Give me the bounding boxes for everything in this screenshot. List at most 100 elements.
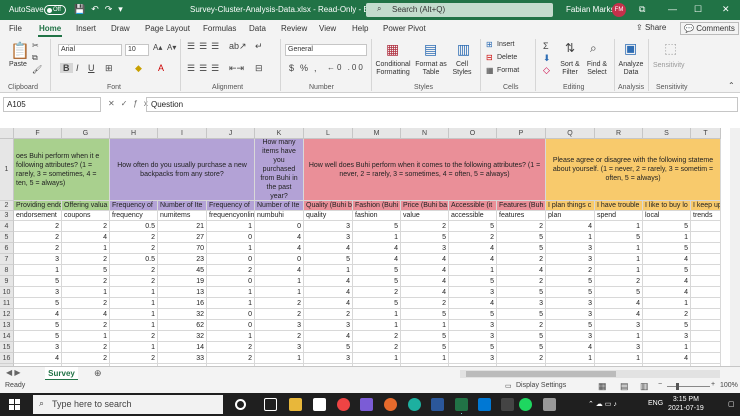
- row-header[interactable]: 5: [0, 232, 14, 243]
- cell[interactable]: 5: [14, 276, 62, 287]
- cut-icon[interactable]: ✂: [32, 41, 39, 50]
- cell[interactable]: 1: [643, 232, 691, 243]
- cell[interactable]: [691, 221, 721, 232]
- cell[interactable]: 2: [62, 342, 110, 353]
- cell[interactable]: [691, 287, 721, 298]
- column-header[interactable]: J: [207, 128, 255, 139]
- cell[interactable]: 5: [497, 309, 546, 320]
- cell[interactable]: 1: [643, 298, 691, 309]
- cell[interactable]: 45: [158, 265, 207, 276]
- clock[interactable]: 3:15 PM 2021-07-19: [668, 395, 704, 413]
- cell[interactable]: local: [643, 211, 691, 221]
- cell[interactable]: 5: [497, 243, 546, 254]
- vertical-scrollbar[interactable]: [730, 128, 740, 366]
- notepad-icon[interactable]: [543, 398, 556, 411]
- column-header[interactable]: I: [158, 128, 207, 139]
- formula-input[interactable]: Question: [146, 97, 738, 112]
- cell[interactable]: 4: [497, 265, 546, 276]
- header-agree-disagree[interactable]: Please agree or disagree with the follow…: [546, 139, 721, 201]
- row-header[interactable]: 12: [0, 309, 14, 320]
- column-header[interactable]: H: [110, 128, 158, 139]
- cell[interactable]: 5: [62, 265, 110, 276]
- cell[interactable]: Number of Ite: [158, 201, 207, 211]
- cell[interactable]: 3: [304, 320, 353, 331]
- cell[interactable]: 3: [14, 287, 62, 298]
- cell[interactable]: numbuhi: [255, 211, 304, 221]
- cell[interactable]: 5: [304, 254, 353, 265]
- cell[interactable]: 0: [255, 221, 304, 232]
- user-name[interactable]: Fabian Marks: [566, 5, 614, 14]
- cell[interactable]: frequency: [110, 211, 158, 221]
- cell[interactable]: frequencyonline: [207, 211, 255, 221]
- cell[interactable]: 1: [207, 243, 255, 254]
- column-header[interactable]: O: [449, 128, 497, 139]
- cell[interactable]: 1: [110, 309, 158, 320]
- cell[interactable]: 2: [110, 276, 158, 287]
- cell[interactable]: Number of Ite: [255, 201, 304, 211]
- cell[interactable]: 2: [304, 309, 353, 320]
- cell[interactable]: value: [401, 211, 449, 221]
- cell[interactable]: accessible: [449, 211, 497, 221]
- cell[interactable]: 1: [207, 331, 255, 342]
- format-as-table-label[interactable]: Format as Table: [414, 61, 448, 77]
- cell[interactable]: 0: [207, 320, 255, 331]
- cell[interactable]: 0: [207, 276, 255, 287]
- cell[interactable]: 23: [158, 254, 207, 265]
- cell[interactable]: 2: [643, 309, 691, 320]
- column-header[interactable]: R: [595, 128, 643, 139]
- cell[interactable]: Fashion (Buhi: [353, 201, 401, 211]
- grow-font-icon[interactable]: A▴: [153, 43, 162, 52]
- cell[interactable]: 1: [207, 221, 255, 232]
- format-cells-label[interactable]: Format: [497, 67, 519, 74]
- cell[interactable]: 4: [304, 298, 353, 309]
- language-indicator[interactable]: ENG: [648, 400, 663, 407]
- cell[interactable]: 2: [546, 265, 595, 276]
- cell[interactable]: 2: [14, 243, 62, 254]
- cell[interactable]: 2: [207, 265, 255, 276]
- cell[interactable]: features: [497, 211, 546, 221]
- orientation-icon[interactable]: ab↗: [229, 41, 247, 52]
- cell[interactable]: 2: [110, 331, 158, 342]
- cell[interactable]: 2: [14, 221, 62, 232]
- bold-icon[interactable]: B: [60, 63, 73, 73]
- zoom-slider-thumb[interactable]: [676, 383, 679, 390]
- column-header[interactable]: N: [401, 128, 449, 139]
- cell[interactable]: 3: [497, 298, 546, 309]
- cell[interactable]: 1: [353, 309, 401, 320]
- ribbon-display-icon[interactable]: ⧉: [639, 4, 645, 15]
- tab-page-layout[interactable]: Page Layout: [145, 24, 190, 33]
- row-header[interactable]: 15: [0, 342, 14, 353]
- chrome-icon[interactable]: [337, 398, 350, 411]
- cell[interactable]: 2: [62, 276, 110, 287]
- insert-cells-icon[interactable]: ⊞: [486, 40, 493, 49]
- cell[interactable]: [691, 232, 721, 243]
- cell[interactable]: 19: [158, 276, 207, 287]
- cell[interactable]: 4: [304, 287, 353, 298]
- cell[interactable]: 1: [546, 353, 595, 364]
- cell[interactable]: 4: [595, 309, 643, 320]
- cell[interactable]: [691, 298, 721, 309]
- cell[interactable]: 2: [110, 243, 158, 254]
- cell[interactable]: Providing endo: [14, 201, 62, 211]
- spreadsheet-grid[interactable]: FGHIJKLMNOPQRST1234567891011121314151617…: [0, 128, 730, 366]
- tab-file[interactable]: File: [9, 24, 22, 33]
- cell[interactable]: [691, 309, 721, 320]
- sort-filter-label[interactable]: Sort & Filter: [557, 61, 583, 77]
- sheet-tab-survey[interactable]: Survey: [45, 367, 78, 381]
- edge-icon[interactable]: [408, 398, 421, 411]
- close-icon[interactable]: ✕: [722, 4, 730, 15]
- cell[interactable]: 4: [304, 276, 353, 287]
- cell[interactable]: [691, 243, 721, 254]
- cell[interactable]: 2: [207, 342, 255, 353]
- cell[interactable]: 5: [401, 309, 449, 320]
- header-purchase-frequency[interactable]: How often do you usually purchase a new …: [110, 139, 255, 201]
- column-header[interactable]: L: [304, 128, 353, 139]
- cell[interactable]: 1: [255, 287, 304, 298]
- cell[interactable]: Frequency of: [110, 201, 158, 211]
- cell[interactable]: 3: [401, 243, 449, 254]
- column-header[interactable]: K: [255, 128, 304, 139]
- cell[interactable]: 5: [546, 320, 595, 331]
- row-header[interactable]: 6: [0, 243, 14, 254]
- cell[interactable]: 5: [353, 265, 401, 276]
- cell[interactable]: 4: [14, 309, 62, 320]
